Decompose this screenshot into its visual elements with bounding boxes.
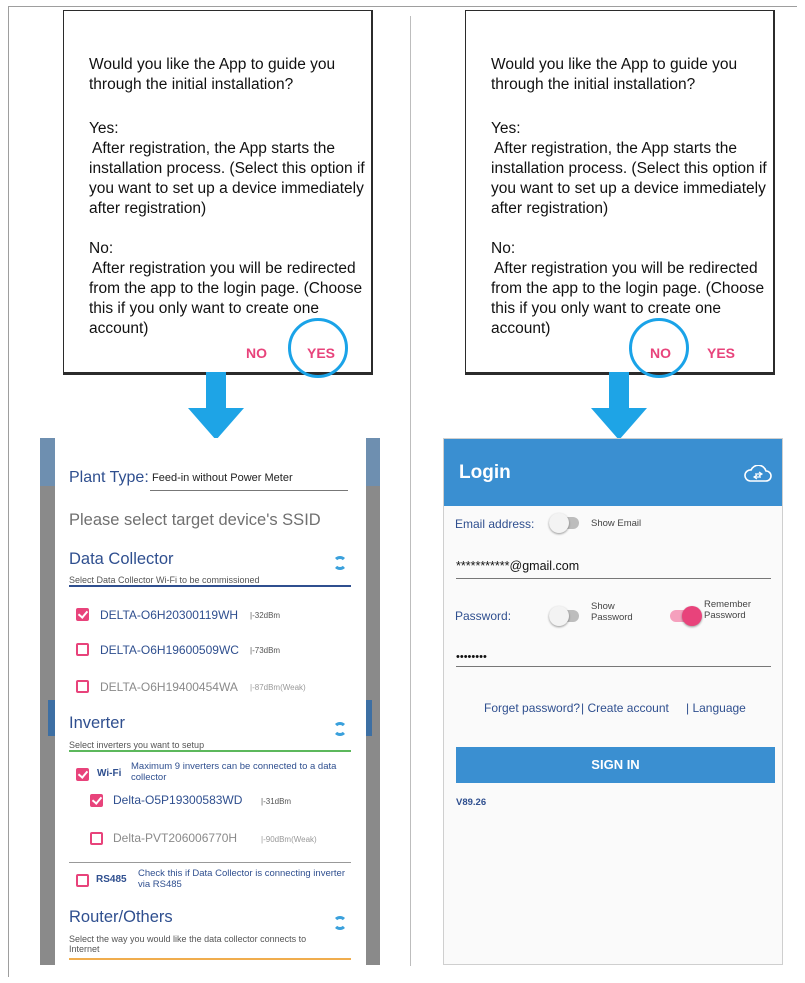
dc-item-signal: |-87dBm(Weak) — [250, 683, 306, 692]
show-email-label: Show Email — [591, 518, 642, 529]
inverter-item-signal: |-90dBm(Weak) — [261, 835, 317, 844]
data-collector-underline — [69, 585, 351, 587]
data-collector-title: Data Collector — [69, 550, 174, 568]
show-password-label: Show Password — [591, 601, 633, 623]
sign-in-button[interactable]: SIGN IN — [456, 747, 775, 783]
highlight-circle-yes — [288, 318, 348, 378]
setup-panel: Plant Type: Feed-in without Power Meter … — [55, 438, 366, 965]
inverter-item-signal: |-31dBm — [261, 797, 292, 806]
refresh-icon[interactable] — [333, 722, 347, 736]
highlight-circle-no — [629, 318, 689, 378]
dialog-no-body: After registration you will be redirecte… — [491, 260, 765, 337]
inverter-subtitle: Select inverters you want to setup — [69, 740, 205, 750]
dc-item-signal: |-73dBm — [250, 646, 281, 655]
rs485-label: RS485 — [96, 874, 127, 885]
router-title: Router/Others — [69, 908, 173, 926]
yes-button[interactable]: YES — [707, 345, 735, 361]
refresh-icon[interactable] — [333, 556, 347, 570]
wifi-label: Wi-Fi — [97, 768, 122, 779]
wifi-note: Maximum 9 inverters can be connected to … — [131, 761, 337, 783]
dc-item-name[interactable]: DELTA-O6H20300119WH — [100, 608, 238, 622]
inverter-item-name[interactable]: Delta-O5P19300583WD — [113, 793, 242, 807]
email-field[interactable]: ***********@gmail.com — [456, 559, 579, 573]
no-button[interactable]: NO — [246, 345, 267, 361]
language-link[interactable]: | Language — [686, 701, 746, 715]
inverter-underline — [69, 750, 351, 752]
show-email-toggle[interactable] — [549, 513, 579, 533]
dialog-yes-title: Yes: — [89, 120, 119, 137]
plant-type-select[interactable]: Feed-in without Power Meter — [152, 472, 293, 484]
cloud-settings-icon[interactable] — [744, 465, 772, 482]
email-label: Email address: — [455, 517, 535, 531]
dc-item-name[interactable]: DELTA-O6H19400454WA — [100, 680, 238, 694]
create-account-link[interactable]: | Create account — [581, 701, 669, 715]
dialog-no-title: No: — [89, 240, 114, 257]
password-field[interactable]: •••••••• — [456, 651, 487, 663]
dialog-question: Would you like the App to guide you thro… — [491, 56, 738, 93]
dialog-yes-body: After registration, the App starts the i… — [89, 140, 365, 217]
setup-screen: Plant Type: Feed-in without Power Meter … — [40, 438, 380, 965]
rs485-divider — [69, 862, 351, 863]
dialog-yes-body: After registration, the App starts the i… — [491, 140, 767, 217]
inverter-title: Inverter — [69, 714, 125, 732]
password-underline — [456, 666, 771, 667]
remember-password-toggle[interactable] — [670, 606, 702, 626]
inverter-item-name[interactable]: Delta-PVT206006770H — [113, 831, 237, 845]
rs485-checkbox[interactable] — [76, 874, 89, 887]
plant-type-underline — [150, 490, 348, 491]
remember-password-label: Remember Password — [704, 599, 751, 621]
dc-item-name[interactable]: DELTA-O6H19600509WC — [100, 643, 239, 657]
column-divider — [410, 16, 411, 966]
down-arrow-icon — [591, 372, 647, 442]
refresh-icon[interactable] — [333, 916, 347, 930]
email-underline — [456, 578, 771, 579]
login-title: Login — [459, 462, 511, 483]
version-label: V89.26 — [456, 797, 487, 808]
guide-dialog-right: Would you like the App to guide you thro… — [465, 10, 775, 375]
dc-item-signal: |-32dBm — [250, 611, 281, 620]
login-screen: Login Email address: Show Email ********… — [443, 438, 783, 965]
show-password-toggle[interactable] — [549, 606, 579, 626]
dialog-no-title: No: — [491, 240, 516, 257]
router-subtitle: Select the way you would like the data c… — [69, 934, 307, 954]
dc-checkbox[interactable] — [76, 680, 89, 693]
password-label: Password: — [455, 609, 512, 623]
inverter-checkbox[interactable] — [90, 832, 103, 845]
plant-type-label: Plant Type: — [69, 469, 149, 486]
forget-password-link[interactable]: Forget password? — [484, 701, 580, 715]
rs485-note: Check this if Data Collector is connecti… — [138, 868, 345, 890]
wifi-checkbox[interactable] — [76, 768, 89, 781]
down-arrow-icon — [188, 372, 244, 442]
inverter-checkbox[interactable] — [90, 794, 103, 807]
dialog-question: Would you like the App to guide you thro… — [89, 56, 336, 93]
dialog-yes-title: Yes: — [491, 120, 521, 137]
ssid-heading: Please select target device's SSID — [69, 511, 321, 529]
data-collector-subtitle: Select Data Collector Wi-Fi to be commis… — [69, 575, 260, 585]
login-header: Login — [444, 439, 782, 506]
dc-checkbox[interactable] — [76, 643, 89, 656]
router-underline — [69, 958, 351, 960]
dc-checkbox[interactable] — [76, 608, 89, 621]
